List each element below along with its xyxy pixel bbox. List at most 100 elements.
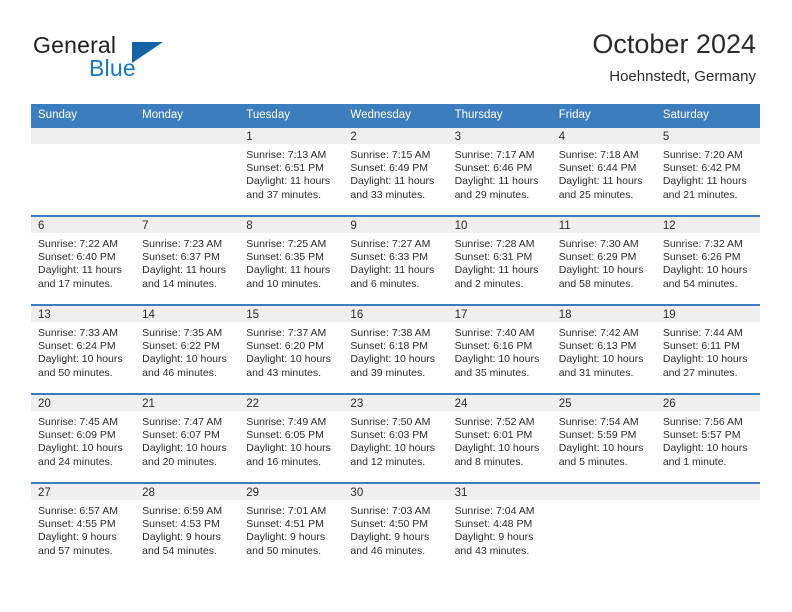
day-detail-text: Sunrise: 7:13 AM Sunset: 6:51 PM Daylight:… bbox=[239, 144, 343, 202]
calendar-week-row: 13 Sunrise: 7:33 AM Sunset: 6:24 PM Dayligh… bbox=[31, 304, 760, 393]
calendar-day-cell[interactable]: 25 Sunrise: 7:54 AM Sunset: 5:59 PM Dayligh… bbox=[551, 393, 656, 482]
day-detail-line: Daylight: 9 hours bbox=[246, 531, 326, 544]
day-detail-line: Sunrise: 7:13 AM bbox=[246, 149, 327, 161]
day-detail-text bbox=[552, 500, 656, 505]
day-detail-line: and 54 minutes. bbox=[662, 277, 738, 290]
day-detail-line: Sunrise: 7:44 AM bbox=[662, 327, 743, 339]
calendar-day-cell[interactable]: 27 Sunrise: 6:57 AM Sunset: 4:55 PM Dayligh… bbox=[31, 482, 136, 571]
calendar-day-cell[interactable]: 5 Sunrise: 7:20 AM Sunset: 6:42 PM Daylight… bbox=[655, 126, 760, 215]
day-detail-line: Sunset: 4:53 PM bbox=[142, 518, 220, 531]
day-cell-inner: 10 Sunrise: 7:28 AM Sunset: 6:31 PM Dayligh… bbox=[447, 215, 552, 304]
day-number: 12 bbox=[655, 217, 760, 233]
calendar-day-cell[interactable]: 2 Sunrise: 7:15 AM Sunset: 6:49 PM Daylight… bbox=[343, 126, 448, 215]
calendar-day-cell[interactable]: 29 Sunrise: 7:01 AM Sunset: 4:51 PM Dayligh… bbox=[239, 482, 344, 571]
calendar-day-cell[interactable]: 28 Sunrise: 6:59 AM Sunset: 4:53 PM Dayligh… bbox=[135, 482, 240, 571]
day-detail-line: Sunset: 6:01 PM bbox=[454, 429, 533, 442]
day-detail-line: Sunset: 6:37 PM bbox=[142, 251, 220, 264]
day-number: 28 bbox=[135, 484, 240, 500]
day-detail-text: Sunrise: 7:25 AM Sunset: 6:35 PM Daylight:… bbox=[239, 233, 343, 291]
calendar-day-cell[interactable]: 3 Sunrise: 7:17 AM Sunset: 6:46 PM Daylight… bbox=[447, 126, 552, 215]
day-detail-text: Sunrise: 7:03 AM Sunset: 4:50 PM Daylight:… bbox=[343, 500, 447, 558]
day-cell-inner: 11 Sunrise: 7:30 AM Sunset: 6:29 PM Dayligh… bbox=[551, 215, 656, 304]
day-detail-text: Sunrise: 7:49 AM Sunset: 6:05 PM Daylight:… bbox=[239, 411, 343, 469]
day-cell-inner: 14 Sunrise: 7:35 AM Sunset: 6:22 PM Dayligh… bbox=[135, 304, 240, 393]
day-cell-inner bbox=[551, 482, 656, 571]
day-detail-line: Daylight: 9 hours bbox=[38, 531, 117, 544]
day-detail-line: and 57 minutes. bbox=[38, 544, 113, 557]
calendar-table: Sunday Monday Tuesday Wednesday Thursday… bbox=[31, 104, 760, 571]
calendar-day-cell[interactable]: 20 Sunrise: 7:45 AM Sunset: 6:09 PM Dayligh… bbox=[31, 393, 136, 482]
day-cell-inner: 16 Sunrise: 7:38 AM Sunset: 6:18 PM Dayligh… bbox=[343, 304, 448, 393]
calendar-day-cell[interactable]: 9 Sunrise: 7:27 AM Sunset: 6:33 PM Daylight… bbox=[343, 215, 448, 304]
day-detail-text: Sunrise: 6:59 AM Sunset: 4:53 PM Daylight:… bbox=[135, 500, 239, 558]
calendar-day-cell[interactable]: 12 Sunrise: 7:32 AM Sunset: 6:26 PM Dayligh… bbox=[655, 215, 760, 304]
day-detail-line: Daylight: 9 hours bbox=[350, 531, 430, 544]
day-detail-line: Daylight: 10 hours bbox=[38, 353, 123, 366]
day-detail-line: Sunrise: 7:04 AM bbox=[454, 505, 535, 517]
calendar-day-cell[interactable]: 18 Sunrise: 7:42 AM Sunset: 6:13 PM Dayligh… bbox=[551, 304, 656, 393]
calendar-week-row: 20 Sunrise: 7:45 AM Sunset: 6:09 PM Dayligh… bbox=[31, 393, 760, 482]
calendar-day-cell[interactable]: 30 Sunrise: 7:03 AM Sunset: 4:50 PM Dayligh… bbox=[343, 482, 448, 571]
day-detail-line: Daylight: 10 hours bbox=[142, 442, 227, 455]
day-cell-inner: 13 Sunrise: 7:33 AM Sunset: 6:24 PM Dayligh… bbox=[31, 304, 136, 393]
calendar-page: General Blue October 2024 Hoehnstedt, Ge… bbox=[0, 0, 792, 612]
day-detail-line: Sunset: 6:44 PM bbox=[558, 162, 637, 175]
calendar-day-cell[interactable]: 26 Sunrise: 7:56 AM Sunset: 5:57 PM Dayligh… bbox=[655, 393, 760, 482]
day-detail-line: Sunrise: 7:56 AM bbox=[662, 416, 743, 428]
calendar-day-cell[interactable]: 19 Sunrise: 7:44 AM Sunset: 6:11 PM Dayligh… bbox=[655, 304, 760, 393]
day-detail-line: Sunrise: 7:38 AM bbox=[350, 327, 431, 339]
brand-logo[interactable]: General Blue bbox=[33, 32, 253, 84]
calendar-empty-cell bbox=[31, 126, 136, 215]
day-detail-line: and 10 minutes. bbox=[246, 277, 321, 290]
day-detail-line: and 24 minutes. bbox=[38, 455, 113, 468]
day-detail-text bbox=[135, 144, 239, 149]
day-detail-line: Sunset: 6:33 PM bbox=[350, 251, 429, 264]
day-detail-line: Sunrise: 7:03 AM bbox=[350, 505, 431, 517]
calendar-week-row: 1 Sunrise: 7:13 AM Sunset: 6:51 PM Daylight… bbox=[31, 126, 760, 215]
calendar-day-cell[interactable]: 22 Sunrise: 7:49 AM Sunset: 6:05 PM Dayligh… bbox=[239, 393, 344, 482]
day-detail-line: and 5 minutes. bbox=[558, 455, 628, 468]
calendar-day-cell[interactable]: 21 Sunrise: 7:47 AM Sunset: 6:07 PM Dayligh… bbox=[135, 393, 240, 482]
calendar-day-cell[interactable]: 11 Sunrise: 7:30 AM Sunset: 6:29 PM Dayligh… bbox=[551, 215, 656, 304]
day-detail-line: Sunrise: 7:18 AM bbox=[558, 149, 639, 161]
calendar-head: Sunday Monday Tuesday Wednesday Thursday… bbox=[31, 104, 760, 126]
day-number: 11 bbox=[551, 217, 656, 233]
day-detail-line: Sunset: 4:50 PM bbox=[350, 518, 429, 531]
day-number: 16 bbox=[343, 306, 448, 322]
day-cell-inner: 19 Sunrise: 7:44 AM Sunset: 6:11 PM Dayligh… bbox=[655, 304, 760, 393]
calendar-day-cell[interactable]: 16 Sunrise: 7:38 AM Sunset: 6:18 PM Dayligh… bbox=[343, 304, 448, 393]
day-number: 18 bbox=[551, 306, 656, 322]
calendar-day-cell[interactable]: 15 Sunrise: 7:37 AM Sunset: 6:20 PM Dayligh… bbox=[239, 304, 344, 393]
day-detail-text: Sunrise: 7:22 AM Sunset: 6:40 PM Daylight:… bbox=[31, 233, 135, 291]
day-detail-line: Sunset: 6:24 PM bbox=[38, 340, 116, 353]
calendar-day-cell[interactable]: 13 Sunrise: 7:33 AM Sunset: 6:24 PM Dayligh… bbox=[31, 304, 136, 393]
calendar-day-cell[interactable]: 7 Sunrise: 7:23 AM Sunset: 6:37 PM Daylight… bbox=[135, 215, 240, 304]
calendar-day-cell[interactable]: 31 Sunrise: 7:04 AM Sunset: 4:48 PM Dayligh… bbox=[447, 482, 552, 571]
day-detail-line: Sunrise: 7:42 AM bbox=[558, 327, 639, 339]
day-detail-line: Daylight: 10 hours bbox=[350, 353, 436, 366]
day-detail-line: Daylight: 10 hours bbox=[558, 264, 644, 277]
calendar-day-cell[interactable]: 24 Sunrise: 7:52 AM Sunset: 6:01 PM Dayligh… bbox=[447, 393, 552, 482]
day-detail-line: and 37 minutes. bbox=[246, 188, 321, 201]
day-cell-inner bbox=[135, 126, 240, 215]
day-detail-line: Sunrise: 7:32 AM bbox=[662, 238, 743, 250]
calendar-day-cell[interactable]: 1 Sunrise: 7:13 AM Sunset: 6:51 PM Daylight… bbox=[239, 126, 344, 215]
calendar-day-cell[interactable]: 4 Sunrise: 7:18 AM Sunset: 6:44 PM Daylight… bbox=[551, 126, 656, 215]
day-detail-line: Daylight: 11 hours bbox=[246, 264, 331, 277]
calendar-body: 1 Sunrise: 7:13 AM Sunset: 6:51 PM Daylight… bbox=[31, 126, 760, 571]
calendar-day-cell[interactable]: 6 Sunrise: 7:22 AM Sunset: 6:40 PM Daylight… bbox=[31, 215, 136, 304]
day-detail-line: Daylight: 11 hours bbox=[662, 175, 747, 188]
day-number: 21 bbox=[135, 395, 240, 411]
day-detail-line: and 14 minutes. bbox=[142, 277, 217, 290]
day-detail-line: Sunset: 4:51 PM bbox=[246, 518, 324, 531]
day-cell-inner: 24 Sunrise: 7:52 AM Sunset: 6:01 PM Dayligh… bbox=[447, 393, 552, 482]
calendar-day-cell[interactable]: 10 Sunrise: 7:28 AM Sunset: 6:31 PM Dayligh… bbox=[447, 215, 552, 304]
calendar-day-cell[interactable]: 14 Sunrise: 7:35 AM Sunset: 6:22 PM Dayligh… bbox=[135, 304, 240, 393]
day-detail-text: Sunrise: 7:20 AM Sunset: 6:42 PM Daylight:… bbox=[656, 144, 760, 202]
calendar-day-cell[interactable]: 8 Sunrise: 7:25 AM Sunset: 6:35 PM Daylight… bbox=[239, 215, 344, 304]
calendar-day-cell[interactable]: 17 Sunrise: 7:40 AM Sunset: 6:16 PM Dayligh… bbox=[447, 304, 552, 393]
calendar-day-cell[interactable]: 23 Sunrise: 7:50 AM Sunset: 6:03 PM Dayligh… bbox=[343, 393, 448, 482]
day-detail-line: and 20 minutes. bbox=[142, 455, 217, 468]
day-detail-line: Sunrise: 7:54 AM bbox=[558, 416, 639, 428]
page-title: October 2024 bbox=[592, 29, 756, 59]
